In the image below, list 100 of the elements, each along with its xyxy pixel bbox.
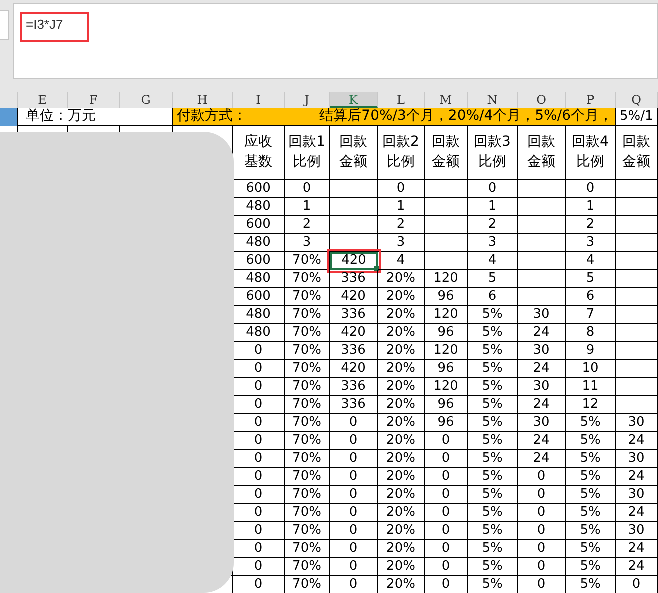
table-cell: 70%: [285, 540, 330, 558]
table-cell: 120: [425, 306, 468, 324]
column-header[interactable]: K: [330, 92, 378, 108]
table-cell: 10: [566, 360, 616, 378]
table-cell: 5%: [468, 396, 518, 414]
name-box[interactable]: [0, 10, 9, 40]
column-header[interactable]: Q: [616, 92, 658, 108]
table-cell: 0: [425, 522, 468, 540]
payment-label: 付款方式：: [177, 108, 247, 125]
column-title: 比例: [576, 153, 604, 172]
table-cell: 30: [616, 522, 658, 540]
table-cell: 20%: [378, 450, 425, 468]
column-title: 比例: [478, 153, 506, 172]
table-cell: 1: [566, 198, 616, 216]
table-cell: 5%: [566, 432, 616, 450]
table-cell: 0: [330, 576, 378, 593]
table-cell: 0: [330, 540, 378, 558]
table-cell: 20%: [378, 468, 425, 486]
table-cell: 5%: [468, 450, 518, 468]
table-cell: 120: [425, 342, 468, 360]
table-cell: 0: [330, 450, 378, 468]
table-cell: 20%: [378, 306, 425, 324]
table-cell: 0: [425, 504, 468, 522]
column-title: 回款2: [382, 133, 420, 152]
table-cell: 30: [518, 342, 566, 360]
table-cell: 70%: [285, 342, 330, 360]
table-cell: 30: [616, 450, 658, 468]
table-cell: 20%: [378, 324, 425, 342]
column-title: 回款: [528, 133, 556, 152]
column-title: 比例: [387, 153, 415, 172]
table-cell: 20%: [378, 378, 425, 396]
table-cell: 0: [378, 180, 425, 198]
column-header[interactable]: P: [566, 92, 616, 108]
table-cell: 5%: [566, 558, 616, 576]
table-cell: 5: [566, 270, 616, 288]
table-cell: 5%: [566, 576, 616, 593]
unit-label: 单位：万元: [18, 108, 120, 126]
table-cell: 5%: [566, 414, 616, 432]
table-cell: 5%: [468, 360, 518, 378]
column-header[interactable]: L: [378, 92, 425, 108]
table-cell: 336: [330, 306, 378, 324]
table-cell: 0: [518, 558, 566, 576]
table-cell: 1: [468, 198, 518, 216]
table-cell: 0: [233, 576, 285, 593]
formula-field[interactable]: =I3*J7: [13, 3, 658, 79]
table-cell: 5%: [468, 432, 518, 450]
column-header[interactable]: H: [173, 92, 233, 108]
table-cell: 70%: [285, 324, 330, 342]
column-header[interactable]: I: [233, 92, 285, 108]
table-cell: 20%: [378, 540, 425, 558]
table-cell: 7: [566, 306, 616, 324]
table-cell: 0: [425, 486, 468, 504]
table-cell: 0: [468, 180, 518, 198]
table-cell: 420: [330, 324, 378, 342]
column-header[interactable]: G: [120, 92, 173, 108]
table-cell: 70%: [285, 432, 330, 450]
column-header[interactable]: E: [18, 92, 68, 108]
table-cell: 120: [425, 270, 468, 288]
column-header[interactable]: [0, 92, 18, 108]
table-cell: 20%: [378, 270, 425, 288]
table-cell: 9: [566, 342, 616, 360]
table-cell: 70%: [285, 522, 330, 540]
column-header[interactable]: N: [468, 92, 518, 108]
column-header[interactable]: O: [518, 92, 566, 108]
column-title: 回款3: [474, 133, 511, 152]
table-cell: 3: [566, 234, 616, 252]
table-cell: 24: [518, 396, 566, 414]
table-cell: 70%: [285, 288, 330, 306]
table-cell: 30: [518, 306, 566, 324]
table-cell: 20%: [378, 396, 425, 414]
table-cell: 30: [616, 414, 658, 432]
table-cell: 0: [425, 468, 468, 486]
table-cell: 3: [378, 234, 425, 252]
table-cell: 20%: [378, 576, 425, 593]
table-cell: 3: [468, 234, 518, 252]
table-cell: 5%: [566, 468, 616, 486]
table-cell: 70%: [285, 414, 330, 432]
table-cell: 336: [330, 270, 378, 288]
table-cell: 20%: [378, 414, 425, 432]
table-cell: 20%: [378, 342, 425, 360]
table-cell: 4: [378, 252, 425, 270]
active-cell[interactable]: 420: [330, 252, 378, 270]
table-cell: 5%: [468, 468, 518, 486]
table-cell: 4: [566, 252, 616, 270]
table-cell: 0: [425, 576, 468, 593]
column-title: 金额: [528, 153, 556, 172]
column-header[interactable]: M: [425, 92, 468, 108]
table-cell: 96: [425, 288, 468, 306]
table-cell: 0: [330, 504, 378, 522]
table-cell: 0: [330, 486, 378, 504]
table-cell: 6: [566, 288, 616, 306]
table-cell: 0: [330, 522, 378, 540]
column-title: 应收: [244, 133, 272, 152]
table-cell: 20%: [378, 360, 425, 378]
column-header[interactable]: J: [285, 92, 330, 108]
table-cell: 96: [425, 360, 468, 378]
column-title: 回款1: [288, 133, 326, 152]
table-cell: 70%: [285, 576, 330, 593]
column-header[interactable]: F: [68, 92, 120, 108]
table-cell: 420: [330, 360, 378, 378]
